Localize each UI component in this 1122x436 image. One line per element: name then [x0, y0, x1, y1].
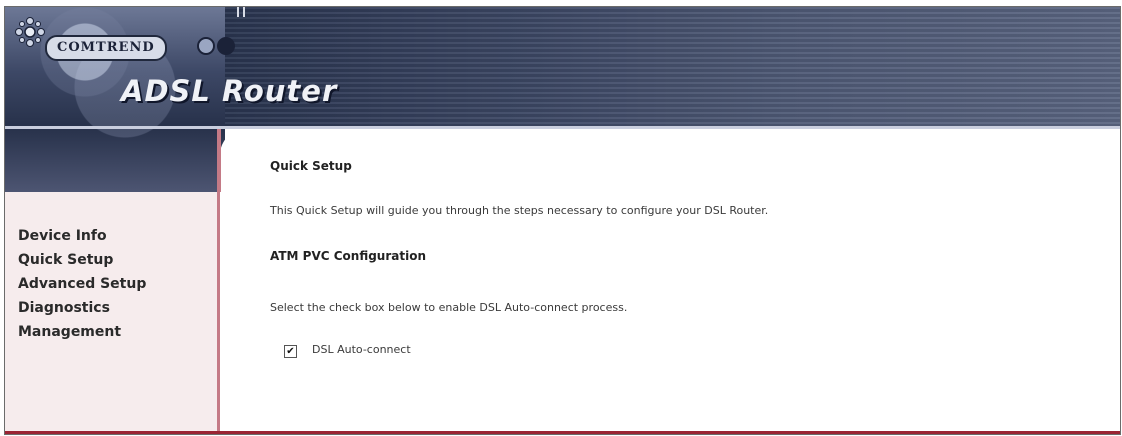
product-title: ADSL Router — [121, 74, 338, 108]
logo-dot-dark — [217, 37, 235, 55]
logo-dot-light — [197, 37, 215, 55]
dsl-autoconnect-checkbox[interactable]: ✔ — [284, 345, 297, 358]
section-heading: ATM PVC Configuration — [270, 249, 426, 263]
main-content: Quick Setup This Quick Setup will guide … — [220, 129, 1120, 434]
intro-text: This Quick Setup will guide you through … — [270, 204, 769, 217]
dsl-autoconnect-label: DSL Auto-connect — [312, 343, 411, 356]
sidebar-item-management[interactable]: Management — [18, 324, 121, 340]
page-title: Quick Setup — [270, 159, 352, 173]
sparkle-icon — [15, 17, 45, 47]
sidebar-item-advanced-setup[interactable]: Advanced Setup — [18, 276, 146, 292]
content-tab-edge — [217, 129, 221, 192]
sidebar-nav: Device Info Quick Setup Advanced Setup D… — [5, 192, 220, 434]
router-page: COMTREND ADSL Router Quick Setup This Qu… — [4, 6, 1121, 435]
instruction-text: Select the check box below to enable DSL… — [270, 301, 628, 314]
sidebar-item-diagnostics[interactable]: Diagnostics — [18, 300, 110, 316]
banner-tick — [243, 7, 245, 17]
brand-logo: COMTREND — [45, 35, 167, 61]
footer-accent-bar — [5, 431, 1120, 434]
banner-tick — [237, 7, 239, 17]
sidebar-item-quick-setup[interactable]: Quick Setup — [18, 252, 113, 268]
sidebar-item-device-info[interactable]: Device Info — [18, 228, 107, 244]
